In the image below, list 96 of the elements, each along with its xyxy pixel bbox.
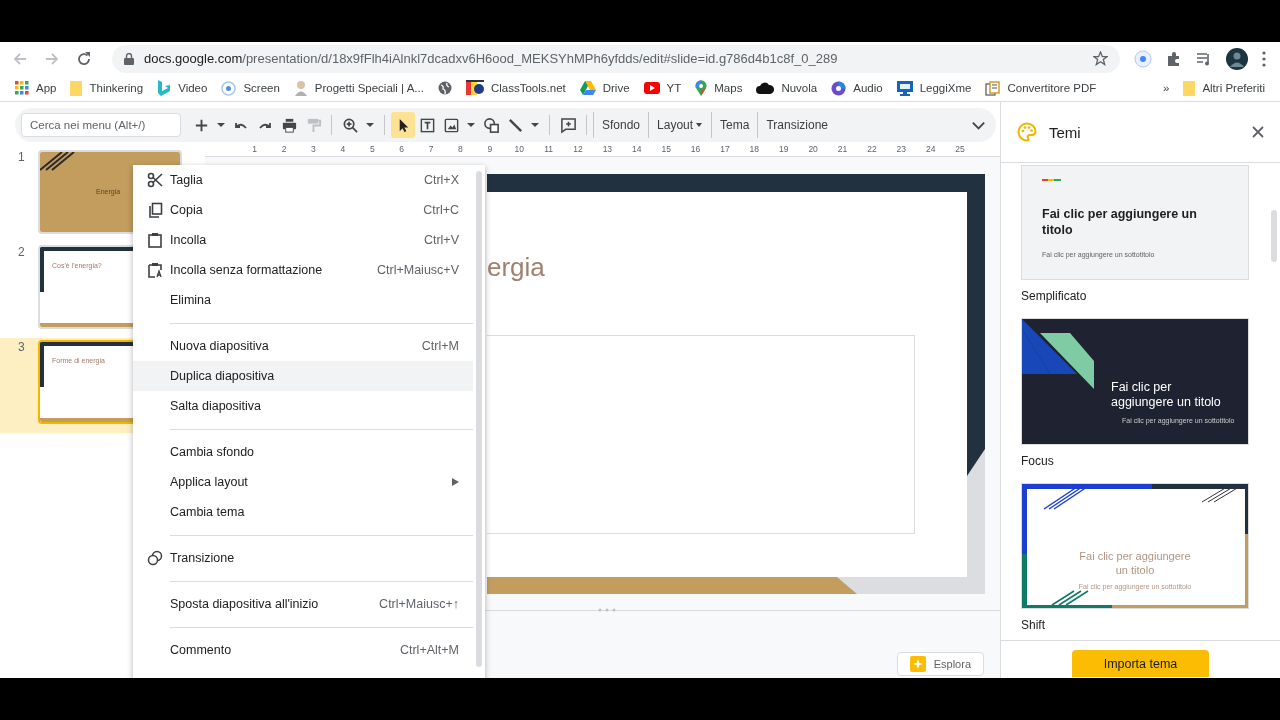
bookmark[interactable]: Nuvola bbox=[751, 80, 823, 96]
playlist-icon[interactable] bbox=[1196, 50, 1212, 67]
map-pin-icon bbox=[695, 80, 708, 96]
close-button[interactable] bbox=[1250, 124, 1266, 140]
pointer-button[interactable] bbox=[391, 112, 415, 138]
radio-icon bbox=[221, 80, 237, 96]
site-logo-icon bbox=[465, 80, 484, 96]
lock-icon bbox=[124, 52, 134, 65]
menu-item[interactable]: Cambia sfondo bbox=[133, 437, 473, 467]
image-icon bbox=[442, 116, 460, 134]
arrow-right-icon bbox=[44, 50, 60, 67]
add-comment-icon bbox=[559, 116, 577, 134]
line-icon bbox=[506, 116, 524, 134]
slide[interactable]: ergia bbox=[487, 174, 985, 594]
bookmark-folder[interactable]: Altri Preferiti bbox=[1178, 78, 1270, 98]
menu-item[interactable]: Applica layout bbox=[133, 467, 473, 497]
puzzle-icon[interactable] bbox=[1166, 50, 1182, 67]
panel-title: Temi bbox=[1049, 123, 1082, 141]
caret-icon bbox=[467, 123, 475, 127]
bookmark[interactable]: Progetti Speciali | A... bbox=[288, 78, 429, 98]
caret-icon bbox=[217, 123, 225, 127]
clipboard-icon bbox=[147, 232, 163, 248]
bookmark[interactable]: Video bbox=[152, 78, 213, 98]
import-theme-button[interactable]: Importa tema bbox=[1072, 650, 1209, 677]
site-logo-icon bbox=[157, 80, 172, 96]
url-text: docs.google.com/presentation/d/18x9fFlh4iAlnkl7dcadxv6H6ood_MEKSYhMPh6yfdds/edit#slide=id.g786d4b1c8f_0_289 bbox=[144, 51, 839, 66]
theme-name: Semplificato bbox=[1021, 288, 1087, 305]
bookmark[interactable]: Convertitore PDF bbox=[980, 78, 1102, 98]
close-icon bbox=[1250, 124, 1266, 140]
avatar-icon[interactable] bbox=[1226, 47, 1248, 70]
bookmark[interactable]: Maps bbox=[690, 78, 748, 98]
slide-number: 1 bbox=[18, 150, 26, 164]
scrollbar[interactable] bbox=[1271, 210, 1277, 262]
bookmark[interactable]: Audio bbox=[826, 78, 888, 98]
redo-icon bbox=[259, 121, 271, 129]
bookmark[interactable]: Thinkering bbox=[65, 78, 149, 98]
submenu-arrow-icon bbox=[452, 478, 459, 486]
bookmarks-overflow-button[interactable]: » bbox=[1157, 80, 1175, 96]
reload-icon bbox=[76, 50, 92, 67]
caret-icon bbox=[695, 121, 704, 129]
theme-name: Focus bbox=[1021, 453, 1054, 470]
menu-item[interactable]: Duplica diapositiva bbox=[133, 361, 473, 391]
palette-icon bbox=[1017, 122, 1037, 142]
avatar-icon bbox=[293, 80, 308, 96]
disc-icon bbox=[831, 80, 847, 96]
theme-shapes-drawing bbox=[1022, 319, 1094, 389]
apps-icon bbox=[15, 81, 29, 95]
menu-item[interactable]: Transizione bbox=[133, 543, 473, 573]
toolbar-button[interactable]: Transizione bbox=[757, 112, 836, 138]
slide-number: 3 bbox=[18, 340, 26, 354]
bookmark[interactable]: LeggiXme bbox=[891, 78, 977, 98]
star-icon[interactable] bbox=[1093, 51, 1108, 66]
undo-icon bbox=[235, 121, 247, 129]
menu-icon[interactable] bbox=[1262, 50, 1266, 67]
bookmark[interactable]: App bbox=[10, 79, 62, 97]
scrollbar[interactable] bbox=[476, 171, 482, 667]
bookmark[interactable]: Screen bbox=[216, 78, 285, 98]
monitor-icon bbox=[896, 80, 913, 96]
clipboard-text-icon bbox=[147, 262, 163, 278]
folder-icon bbox=[1183, 80, 1196, 96]
slide-number: 2 bbox=[18, 245, 26, 259]
zoom-icon bbox=[341, 116, 359, 134]
text-box-icon bbox=[418, 116, 436, 134]
bookmark[interactable]: ClassTools.net bbox=[460, 78, 571, 98]
scissors-icon bbox=[147, 172, 163, 188]
shapes-icon bbox=[482, 116, 500, 134]
menu-item[interactable]: Cambia tema bbox=[133, 497, 473, 527]
transition-icon bbox=[147, 550, 163, 566]
play-icon bbox=[643, 82, 660, 94]
bookmark[interactable]: YT bbox=[638, 80, 687, 96]
caret-icon bbox=[531, 123, 539, 127]
toolbar-button[interactable]: Sfondo bbox=[593, 112, 649, 138]
copy-icon bbox=[147, 202, 163, 218]
cloud-icon bbox=[756, 82, 775, 94]
document-icon bbox=[985, 80, 1001, 96]
bookmark[interactable]: Drive bbox=[574, 79, 635, 97]
caret-icon bbox=[366, 123, 374, 127]
folder-icon bbox=[70, 80, 83, 96]
radio-icon[interactable] bbox=[1134, 49, 1152, 68]
toolbar-button[interactable]: Layout bbox=[648, 112, 712, 138]
sparkle-icon bbox=[909, 656, 926, 672]
triangle-logo-icon bbox=[579, 81, 596, 95]
accent-line-drawing bbox=[1042, 179, 1061, 181]
menu-item[interactable]: Sposta diapositiva all'inizio Ctrl+Maiusc+↑ bbox=[133, 589, 473, 619]
printer-icon bbox=[280, 116, 298, 134]
ruler: 1 2 3 4 5 6 7 8 9 10 11 12 13 14 15 16 17 18 19 20 21 22 23 24 25 bbox=[205, 142, 1000, 157]
address-bar[interactable]: docs.google.com/presentation/d/18x9fFlh4iAlnkl7dcadxv6H6ood_MEKSYhMPh6yfdds/edit#slide=id.g786d4b1c8f_0_289 bbox=[112, 44, 1120, 73]
menu-item[interactable]: Commento Ctrl+Alt+M bbox=[133, 635, 473, 665]
theme-name: Shift bbox=[1021, 617, 1045, 634]
slide-title: ergia bbox=[487, 252, 545, 283]
resize-handle[interactable] bbox=[597, 607, 617, 613]
toolbar-button[interactable]: Tema bbox=[711, 112, 758, 138]
menu-search-field[interactable]: Cerca nei menu (Alt+/) bbox=[21, 113, 181, 137]
globe-icon bbox=[437, 81, 452, 95]
explore-button[interactable]: Esplora bbox=[896, 652, 984, 676]
arrow-left-icon bbox=[12, 50, 28, 67]
